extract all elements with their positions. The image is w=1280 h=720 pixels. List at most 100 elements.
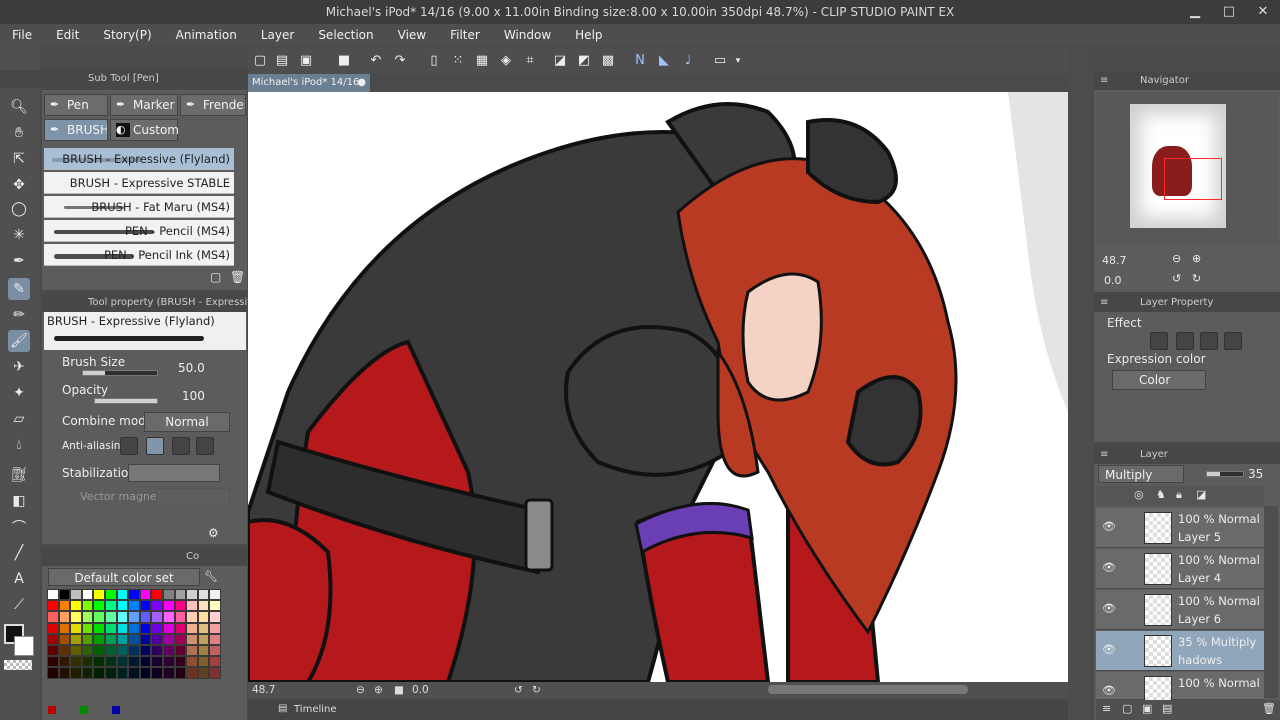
- save-icon[interactable]: ▣: [298, 53, 314, 69]
- color-swatch[interactable]: [139, 611, 152, 623]
- snap-ruler-icon[interactable]: N: [632, 53, 648, 69]
- color-swatch[interactable]: [162, 611, 175, 623]
- color-swatch[interactable]: [47, 589, 59, 601]
- menu-story[interactable]: Story(P): [91, 24, 163, 46]
- color-swatch[interactable]: [128, 633, 140, 645]
- layer-row[interactable]: 👁︎ 35 % Multiply hadows: [1096, 631, 1264, 671]
- color-swatch[interactable]: [47, 644, 59, 657]
- color-swatch[interactable]: [47, 667, 59, 679]
- color-swatch[interactable]: [209, 633, 221, 645]
- color-swatch[interactable]: [174, 667, 187, 679]
- navigator-zoom-value[interactable]: 48.7: [1102, 254, 1127, 267]
- brush-item[interactable]: PEN - Pencil Ink (MS4): [44, 244, 234, 266]
- navigator-angle-value[interactable]: 0.0: [1104, 274, 1122, 287]
- fill-icon[interactable]: ◩: [576, 53, 592, 69]
- navigator-preview[interactable]: [1096, 92, 1278, 244]
- menu-filter[interactable]: Filter: [438, 24, 492, 46]
- color-swatch[interactable]: [174, 622, 187, 634]
- color-swatch[interactable]: [70, 589, 82, 601]
- color-swatch[interactable]: [116, 611, 129, 623]
- color-swatch[interactable]: [162, 600, 175, 612]
- color-swatch[interactable]: [151, 656, 163, 668]
- canvas-angle-value[interactable]: 0.0: [412, 682, 429, 698]
- color-set-dropdown[interactable]: Default color set: [48, 568, 200, 586]
- color-swatch[interactable]: [186, 644, 198, 657]
- color-swatch[interactable]: [47, 600, 59, 612]
- color-swatch[interactable]: [104, 600, 117, 612]
- color-swatch[interactable]: [104, 611, 117, 623]
- sub-color-swatch[interactable]: [14, 636, 34, 656]
- color-swatch[interactable]: [93, 622, 105, 634]
- layer-row[interactable]: 👁︎ 100 % Normal Layer 4: [1096, 549, 1264, 589]
- delete-layer-icon[interactable]: 🗑︎: [1262, 702, 1276, 715]
- ruler-icon[interactable]: ◪: [552, 53, 568, 69]
- stabilization-slider[interactable]: [128, 464, 220, 482]
- expression-color-dropdown[interactable]: Color: [1112, 370, 1206, 390]
- reference-icon[interactable]: ♞: [1156, 488, 1166, 501]
- color-swatch[interactable]: [128, 644, 140, 657]
- color-swatch[interactable]: [186, 600, 198, 612]
- transform-icon[interactable]: ⌗: [522, 53, 538, 69]
- deselect-icon[interactable]: ▦: [474, 53, 490, 69]
- color-swatch[interactable]: [104, 667, 117, 679]
- color-swatch[interactable]: [58, 611, 71, 623]
- zoom-icon[interactable]: 🔍︎: [8, 96, 30, 118]
- correct-line-icon[interactable]: ⟋: [8, 594, 30, 616]
- color-swatch[interactable]: [81, 600, 94, 612]
- color-swatch[interactable]: [70, 633, 82, 645]
- opacity-slider[interactable]: [94, 398, 158, 404]
- color-swatch[interactable]: [104, 589, 117, 601]
- figure-icon[interactable]: ⌒: [8, 516, 30, 538]
- color-swatch[interactable]: [186, 611, 198, 623]
- eye-icon[interactable]: 👁︎: [1102, 684, 1116, 698]
- color-swatch[interactable]: [81, 589, 94, 601]
- color-swatch[interactable]: [174, 589, 187, 601]
- trash-icon[interactable]: 🗑︎: [230, 270, 245, 284]
- color-swatch[interactable]: [70, 622, 82, 634]
- color-swatch[interactable]: [139, 667, 152, 679]
- color-swatch[interactable]: [93, 600, 105, 612]
- subtool-tab-brush[interactable]: ✒ BRUSH: [44, 119, 108, 141]
- settings-icon[interactable]: ⚙: [208, 526, 219, 540]
- auto-select-icon[interactable]: ✳: [8, 224, 30, 246]
- navigator-rotate-left-icon[interactable]: ↺: [1172, 272, 1181, 285]
- effect-layer-color-button[interactable]: [1224, 332, 1242, 350]
- eye-icon[interactable]: 👁︎: [1102, 561, 1116, 575]
- color-swatch[interactable]: [151, 667, 163, 679]
- color-swatch[interactable]: [93, 611, 105, 623]
- color-swatch[interactable]: [104, 633, 117, 645]
- color-swatch[interactable]: [151, 644, 163, 657]
- rotate-left-icon[interactable]: ↺: [514, 682, 523, 698]
- menu-file[interactable]: File: [0, 24, 44, 46]
- color-swatch[interactable]: [128, 656, 140, 668]
- move-layer-icon[interactable]: ✥: [8, 174, 30, 196]
- color-swatch[interactable]: [186, 656, 198, 668]
- color-swatch[interactable]: [186, 622, 198, 634]
- menu-view[interactable]: View: [386, 24, 438, 46]
- color-swatch-grid[interactable]: [47, 589, 221, 679]
- color-swatch[interactable]: [116, 633, 129, 645]
- document-tab[interactable]: Michael's iPod* 14/16 ●: [248, 74, 370, 92]
- color-swatch[interactable]: [151, 611, 163, 623]
- fit-icon[interactable]: ■: [394, 682, 404, 698]
- eye-icon[interactable]: 👁︎: [1102, 602, 1116, 616]
- navigator-zoom-in-icon[interactable]: ⊕: [1192, 252, 1201, 265]
- color-swatch[interactable]: [209, 611, 221, 623]
- effect-tone-button[interactable]: [1200, 332, 1218, 350]
- brush-size-value[interactable]: 50.0: [178, 361, 205, 375]
- color-swatch[interactable]: [58, 667, 71, 679]
- wrench-icon[interactable]: 🔧︎: [204, 570, 218, 583]
- color-swatch[interactable]: [174, 633, 187, 645]
- layout-icon[interactable]: ▭: [712, 53, 728, 69]
- layer-menu-icon[interactable]: ≡: [1100, 446, 1108, 464]
- swatch-red[interactable]: [48, 706, 56, 714]
- color-swatch[interactable]: [58, 622, 71, 634]
- color-swatch[interactable]: [70, 600, 82, 612]
- white-square-icon[interactable]: ■: [336, 53, 352, 69]
- layerprop-menu-icon[interactable]: ≡: [1100, 294, 1108, 312]
- color-swatch[interactable]: [151, 622, 163, 634]
- color-swatch[interactable]: [58, 589, 71, 601]
- open-icon[interactable]: ▤: [274, 53, 290, 69]
- color-swatch[interactable]: [174, 600, 187, 612]
- lock-icon[interactable]: 🔒︎: [1176, 488, 1182, 502]
